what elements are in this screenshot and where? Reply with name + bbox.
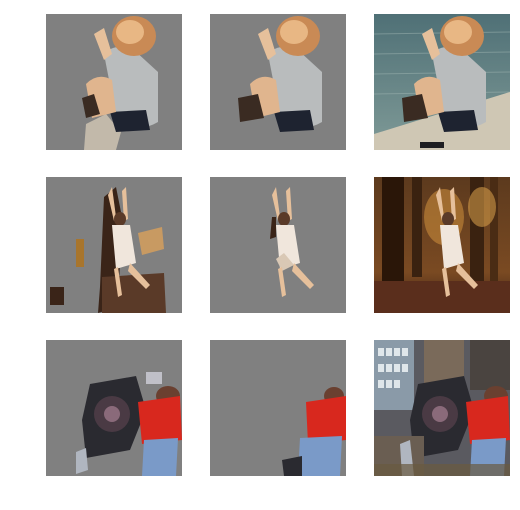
row1-masked-loose-image (46, 14, 182, 150)
row2-masked-loose-image (46, 177, 182, 313)
row1-original-photo (374, 14, 510, 150)
row3-masked-tight-image (210, 340, 346, 476)
row3-masked-loose-image (46, 340, 182, 476)
row1-masked-tight-image (210, 14, 346, 150)
row2-masked-tight-image (210, 177, 346, 313)
row2-original-photo (374, 177, 510, 313)
row3-original-photo (374, 340, 510, 476)
